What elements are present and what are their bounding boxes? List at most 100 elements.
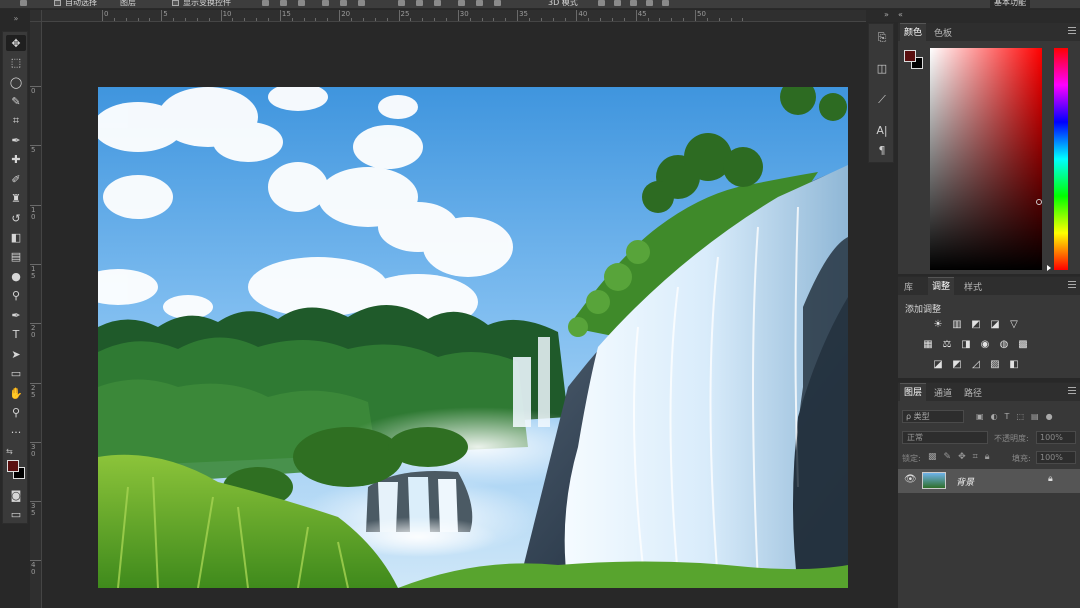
move-tool[interactable]: ✥ — [6, 35, 26, 51]
foreground-color-swatch[interactable] — [7, 460, 19, 472]
eyedropper-tool[interactable]: ✒ — [6, 132, 26, 148]
expand-arrows-icon[interactable]: « — [898, 10, 903, 19]
lock-artboard-icon[interactable]: ⌗ — [973, 452, 978, 462]
layers-panel-menu-icon[interactable] — [1068, 387, 1076, 394]
tab-channels[interactable]: 通道 — [930, 386, 956, 399]
waterfall-photo[interactable] — [98, 87, 848, 588]
paragraph-panel-icon[interactable]: ¶ — [873, 142, 891, 158]
blur-tool[interactable]: ● — [6, 268, 26, 284]
adjustment-row3-2-icon[interactable]: ◩ — [951, 359, 963, 370]
auto-select-target-dropdown[interactable]: 图层 — [120, 0, 136, 8]
screen-mode-button[interactable]: ▭ — [6, 506, 26, 522]
brush-tool[interactable]: ✐ — [6, 171, 26, 187]
align-right-icon[interactable] — [358, 0, 365, 6]
align-top-icon[interactable] — [262, 0, 269, 6]
clone-stamp-tool[interactable]: ♜ — [6, 190, 26, 206]
adjustment-row1-2-icon[interactable]: ▥ — [951, 319, 963, 330]
adjustment-row2-5-icon[interactable]: ◍ — [998, 339, 1010, 350]
adjustment-row1-4-icon[interactable]: ◪ — [989, 319, 1001, 330]
adjustment-row2-2-icon[interactable]: ⚖ — [941, 339, 953, 350]
brush-settings-icon[interactable]: ⟋ — [873, 92, 891, 108]
layer-visibility-eye-icon[interactable]: 👁︎ — [904, 474, 917, 485]
adjustment-row2-4-icon[interactable]: ◉ — [979, 339, 991, 350]
more-tools[interactable]: ··· — [6, 424, 26, 440]
hand-tool[interactable]: ✋ — [6, 385, 26, 401]
distribute-left-icon[interactable] — [458, 0, 465, 6]
adjustment-row3-5-icon[interactable]: ◧ — [1008, 359, 1020, 370]
layer-lock-icon[interactable]: 🔒︎ — [1048, 474, 1053, 484]
opacity-input[interactable]: 100% — [1036, 431, 1076, 444]
distribute-right-icon[interactable] — [494, 0, 501, 6]
adjustments-panel-menu-icon[interactable] — [1068, 281, 1076, 288]
3d-rotate-icon[interactable] — [598, 0, 605, 6]
adjustment-row2-1-icon[interactable]: ▦ — [922, 339, 934, 350]
path-select-tool[interactable]: ➤ — [6, 346, 26, 362]
adjustment-row1-3-icon[interactable]: ◩ — [970, 319, 982, 330]
lock-position-icon[interactable]: ✥ — [958, 452, 966, 462]
color-picker-handle[interactable] — [1036, 199, 1042, 205]
distribute-vcenter-icon[interactable] — [416, 0, 423, 6]
eraser-tool[interactable]: ◧ — [6, 229, 26, 245]
hue-slider-handle[interactable] — [1047, 265, 1051, 271]
auto-select-checkbox[interactable] — [54, 0, 61, 6]
healing-brush-tool[interactable]: ✚ — [6, 151, 26, 167]
lock-image-icon[interactable]: ✎ — [944, 452, 952, 462]
workspace-switcher[interactable]: 基本功能 — [990, 0, 1030, 8]
properties-panel-icon[interactable]: ◫ — [873, 60, 891, 76]
move-tool-preset-icon[interactable] — [20, 0, 27, 6]
layer-name[interactable]: 背景 — [956, 475, 974, 488]
align-bottom-icon[interactable] — [298, 0, 305, 6]
gradient-tool[interactable]: ▤ — [6, 248, 26, 264]
color-field[interactable] — [930, 48, 1042, 270]
history-panel-icon[interactable]: ⎘ — [873, 30, 891, 46]
history-brush-tool[interactable]: ↺ — [6, 210, 26, 226]
hue-slider[interactable] — [1054, 48, 1068, 270]
collapse-arrows-icon[interactable]: » — [884, 10, 889, 19]
adjustment-row3-3-icon[interactable]: ◿ — [970, 359, 982, 370]
blend-mode-dropdown[interactable]: 正常 — [902, 431, 988, 444]
align-left-icon[interactable] — [322, 0, 329, 6]
lock-all-icon[interactable]: 🔒︎ — [985, 452, 990, 462]
character-panel-icon[interactable]: A| — [873, 122, 891, 138]
fill-input[interactable]: 100% — [1036, 451, 1076, 464]
align-hcenter-icon[interactable] — [340, 0, 347, 6]
tab-color[interactable]: 颜色 — [900, 23, 927, 41]
distribute-top-icon[interactable] — [398, 0, 405, 6]
zoom-tool[interactable]: ⚲ — [6, 404, 26, 420]
filter-shape-icon[interactable]: ⬚ — [1016, 412, 1024, 421]
align-vcenter-icon[interactable] — [280, 0, 287, 6]
panel-collapse-bar[interactable]: » — [866, 10, 896, 22]
distribute-hcenter-icon[interactable] — [476, 0, 483, 6]
lasso-tool[interactable]: ◯ — [6, 74, 26, 90]
filter-type-icon[interactable]: T — [1005, 412, 1010, 421]
layer-row[interactable]: 👁︎ 背景 🔒︎ — [898, 469, 1080, 493]
crop-tool[interactable]: ⌗ — [6, 112, 26, 128]
pen-tool[interactable]: ✒ — [6, 307, 26, 323]
distribute-bottom-icon[interactable] — [434, 0, 441, 6]
adjustment-row3-4-icon[interactable]: ▨ — [989, 359, 1001, 370]
rectangle-tool[interactable]: ▭ — [6, 365, 26, 381]
tab-adjustments[interactable]: 调整 — [928, 277, 955, 295]
3d-slide-icon[interactable] — [646, 0, 653, 6]
3d-roll-icon[interactable] — [614, 0, 621, 6]
tab-libraries[interactable]: 库 — [900, 280, 917, 293]
adjustment-row2-6-icon[interactable]: ▩ — [1017, 339, 1029, 350]
ruler-origin[interactable] — [30, 10, 42, 22]
swap-colors-icon[interactable]: ⇆ — [6, 447, 13, 456]
tab-styles[interactable]: 样式 — [960, 280, 986, 293]
layer-filter-dropdown[interactable]: ρ 类型 — [902, 410, 964, 423]
show-transform-checkbox[interactable] — [172, 0, 179, 6]
3d-scale-icon[interactable] — [662, 0, 669, 6]
filter-adjust-icon[interactable]: ◐ — [991, 412, 998, 421]
3d-drag-icon[interactable] — [630, 0, 637, 6]
quick-mask-button[interactable]: ◙ — [6, 487, 26, 503]
tab-swatches[interactable]: 色板 — [930, 26, 956, 39]
type-tool[interactable]: T — [6, 326, 26, 342]
adjustment-row1-1-icon[interactable]: ☀ — [932, 319, 944, 330]
panel-foreground-swatch[interactable] — [904, 50, 916, 62]
quick-select-tool[interactable]: ✎ — [6, 93, 26, 109]
filter-pixel-icon[interactable]: ▣ — [976, 412, 984, 421]
adjustment-row2-3-icon[interactable]: ◨ — [960, 339, 972, 350]
dodge-tool[interactable]: ⚲ — [6, 287, 26, 303]
tab-layers[interactable]: 图层 — [900, 383, 927, 401]
